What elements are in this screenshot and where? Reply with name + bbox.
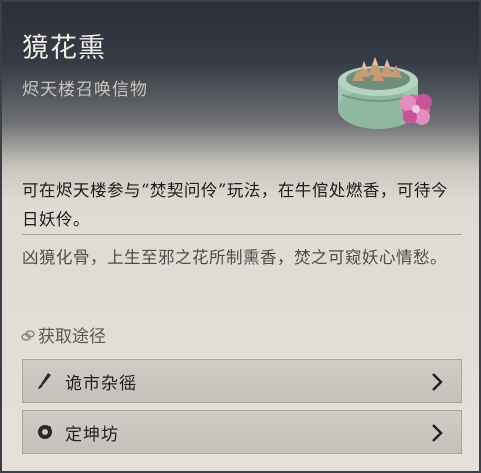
item-name: 獍花熏 bbox=[22, 33, 106, 64]
item-description: 可在烬天楼参与“焚契问伶”玩法，在牛倌处燃香，可待今日妖伶。 bbox=[22, 181, 448, 229]
source-label: 定坤坊 bbox=[65, 424, 119, 445]
section-divider bbox=[22, 234, 462, 235]
ring-seal-icon bbox=[35, 422, 55, 442]
chain-link-icon bbox=[21, 329, 35, 341]
source-label: 诡市杂徭 bbox=[65, 373, 137, 394]
sources-heading: 获取途径 bbox=[20, 322, 106, 347]
item-subtitle: 烬天楼召唤信物 bbox=[22, 80, 148, 100]
incense-censer-image bbox=[338, 57, 432, 129]
chevron-right-icon bbox=[432, 424, 443, 442]
item-tooltip-card: 獍花熏 烬天楼召唤信物 可在烬天楼参与“焚契问伶”玩法，在牛倌处燃香，可待今日妖… bbox=[0, 0, 481, 473]
item-lore: 凶獍化骨，上生至邪之花所制熏香，焚之可窥妖心情愁。 bbox=[22, 248, 447, 267]
source-item-1[interactable]: 定坤坊 bbox=[22, 410, 462, 454]
sources-heading-label: 获取途径 bbox=[38, 327, 106, 347]
chevron-right-icon bbox=[432, 373, 443, 391]
brush-icon bbox=[35, 371, 55, 391]
source-item-0[interactable]: 诡市杂徭 bbox=[22, 359, 462, 403]
